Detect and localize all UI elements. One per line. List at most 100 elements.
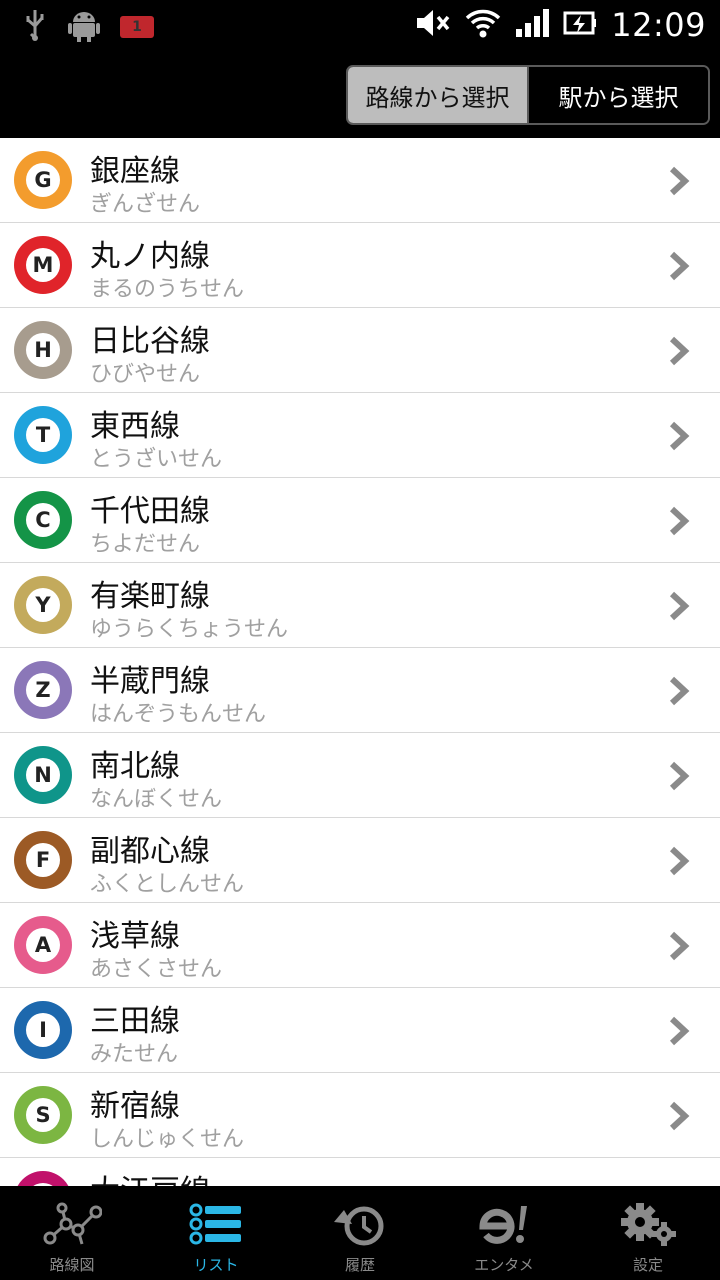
wifi-icon [465, 7, 501, 43]
line-row[interactable]: M 丸ノ内線まるのうちせん [0, 223, 720, 308]
signal-icon [515, 7, 550, 43]
nav-history[interactable]: 履歴 [288, 1186, 432, 1280]
line-kana: なんぼくせん [90, 787, 223, 812]
line-letter: N [26, 758, 60, 792]
settings-icon [618, 1200, 678, 1248]
line-row[interactable]: I 三田線みたせん [0, 988, 720, 1073]
line-name: 南北線 [90, 749, 180, 784]
status-left: 1 [22, 8, 154, 46]
line-name: 有楽町線 [90, 579, 210, 614]
chevron-right-icon [669, 1101, 690, 1131]
line-badge-icon: C [14, 491, 72, 549]
nav-settings[interactable]: 設定 [576, 1186, 720, 1280]
android-debug-icon [68, 8, 100, 46]
line-list[interactable]: G 銀座線ぎんざせん M 丸ノ内線まるのうちせん H 日比谷線ひびやせん T 東西線とうざいせ… [0, 138, 720, 1186]
line-row[interactable]: S 新宿線しんじゅくせん [0, 1073, 720, 1158]
line-badge-icon: T [14, 406, 72, 464]
chevron-right-icon [669, 846, 690, 876]
line-letter: S [26, 1098, 60, 1132]
line-name: 千代田線 [90, 494, 210, 529]
list-icon [186, 1200, 246, 1248]
line-name: 大江戸線 [90, 1166, 210, 1186]
chevron-right-icon [669, 931, 690, 961]
chevron-right-icon [669, 506, 690, 536]
line-name: 東西線 [90, 409, 180, 444]
line-row[interactable]: G 銀座線ぎんざせん [0, 138, 720, 223]
chevron-right-icon [669, 676, 690, 706]
line-kana: しんじゅくせん [90, 1127, 245, 1152]
line-name: 半蔵門線 [90, 664, 210, 699]
line-kana: ゆうらくちょうせん [90, 617, 289, 642]
chevron-right-icon [669, 421, 690, 451]
nav-list[interactable]: リスト [144, 1186, 288, 1280]
selection-mode-toggle: 路線から選択 駅から選択 [346, 65, 710, 125]
line-badge-icon: G [14, 151, 72, 209]
line-kana: ちよだせん [90, 532, 201, 557]
line-row[interactable]: N 南北線なんぼくせん [0, 733, 720, 818]
line-badge-icon: E [14, 1171, 72, 1186]
select-by-station-label: 駅から選択 [558, 83, 679, 112]
line-row[interactable]: T 東西線とうざいせん [0, 393, 720, 478]
nav-route-map[interactable]: 路線図 [0, 1186, 144, 1280]
line-name: 浅草線 [90, 919, 180, 954]
line-letter: C [26, 503, 60, 537]
line-row[interactable]: Z 半蔵門線 はんぞうもんせん [0, 648, 720, 733]
line-badge-icon: M [14, 236, 72, 294]
line-letter: G [26, 163, 60, 197]
select-by-line-tab[interactable]: 路線から選択 [348, 67, 527, 123]
line-name: 丸ノ内線 [90, 239, 210, 274]
line-letter: I [26, 1013, 60, 1047]
line-badge-icon: H [14, 321, 72, 379]
line-row[interactable]: A 浅草線あさくさせん [0, 903, 720, 988]
line-name: 銀座線 [90, 154, 180, 189]
line-row[interactable]: F 副都心線ふくとしんせん [0, 818, 720, 903]
line-kana: とうざいせん [90, 447, 223, 472]
line-name: 副都心線 [90, 834, 210, 869]
nav-entertainment[interactable]: エンタメ [432, 1186, 576, 1280]
line-badge-icon: A [14, 916, 72, 974]
line-badge-icon: S [14, 1086, 72, 1144]
line-badge-icon: I [14, 1001, 72, 1059]
notification-count: 1 [132, 19, 142, 35]
line-row[interactable]: C 千代田線ちよだせん [0, 478, 720, 563]
status-bar: 1 12:09 [0, 0, 720, 50]
bottom-nav: 路線図 リスト 履歴 エンタメ 設定 [0, 1186, 720, 1280]
line-kana: まるのうちせん [90, 277, 245, 302]
chevron-right-icon [669, 761, 690, 791]
line-badge-icon: Y [14, 576, 72, 634]
line-row[interactable]: Y 有楽町線ゆうらくちょうせん [0, 563, 720, 648]
battery-alert-icon: 1 [120, 16, 154, 38]
line-kana: みたせん [90, 1042, 179, 1067]
battery-charging-icon [563, 7, 597, 43]
line-kana: ひびやせん [90, 362, 201, 387]
line-kana: ふくとしんせん [90, 872, 245, 897]
nav-entertainment-label: エンタメ [474, 1256, 534, 1274]
line-row[interactable]: H 日比谷線ひびやせん [0, 308, 720, 393]
line-badge-icon: F [14, 831, 72, 889]
chevron-right-icon [669, 591, 690, 621]
entertainment-icon [474, 1200, 534, 1248]
nav-route-map-label: 路線図 [49, 1256, 95, 1274]
history-icon [330, 1200, 390, 1248]
header-bar: 路線から選択 駅から選択 [0, 50, 720, 138]
line-row[interactable]: E 大江戸線 [0, 1158, 720, 1186]
usb-icon [22, 8, 48, 46]
nav-settings-label: 設定 [632, 1256, 663, 1274]
nav-history-label: 履歴 [344, 1256, 375, 1274]
mute-icon [415, 7, 451, 43]
line-letter: Z [26, 673, 60, 707]
status-right: 12:09 [415, 6, 706, 44]
select-by-station-tab[interactable]: 駅から選択 [527, 67, 708, 123]
line-name: 日比谷線 [90, 324, 210, 359]
line-letter: M [26, 248, 60, 282]
chevron-right-icon [669, 166, 690, 196]
line-name: 三田線 [90, 1004, 180, 1039]
chevron-right-icon [669, 1016, 690, 1046]
line-name: 新宿線 [90, 1089, 180, 1124]
line-letter: A [26, 928, 60, 962]
line-letter: H [26, 333, 60, 367]
chevron-right-icon [669, 336, 690, 366]
line-kana: ぎんざせん [90, 192, 201, 217]
line-kana: あさくさせん [90, 957, 223, 982]
line-letter: T [26, 418, 60, 452]
